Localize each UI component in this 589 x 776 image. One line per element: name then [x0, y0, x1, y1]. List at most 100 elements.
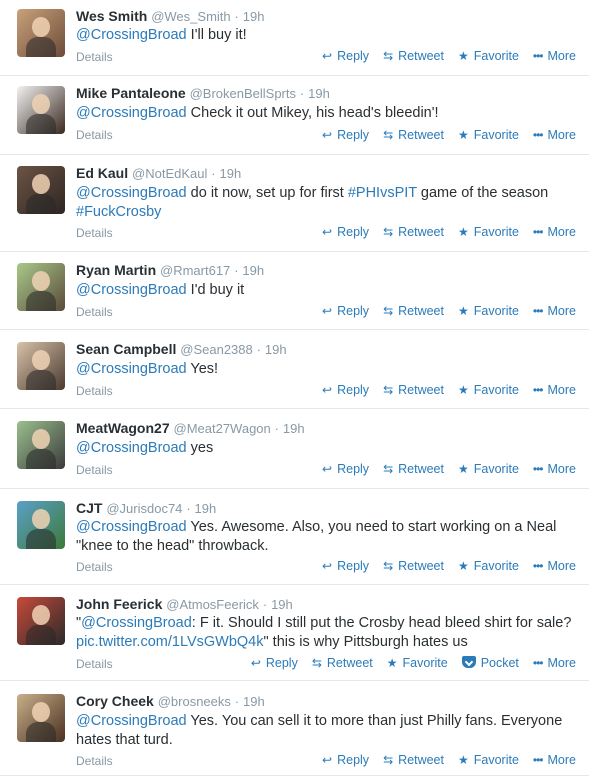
tweet-item[interactable]: Mike Pantaleone @BrokenBellSprts · 19h @C… [0, 76, 589, 155]
reply-button[interactable]: ↩ Reply [322, 304, 369, 318]
details-link[interactable]: Details [76, 754, 113, 768]
favorite-button[interactable]: ★ Favorite [458, 225, 519, 239]
timestamp[interactable]: 19h [271, 597, 293, 612]
user-name[interactable]: Ryan Martin [76, 262, 156, 278]
favorite-button[interactable]: ★ Favorite [458, 49, 519, 63]
retweet-button[interactable]: ⇆ Retweet [383, 753, 444, 767]
reply-button[interactable]: ↩ Reply [322, 462, 369, 476]
details-link[interactable]: Details [76, 657, 113, 671]
retweet-button[interactable]: ⇆ Retweet [383, 225, 444, 239]
user-handle[interactable]: @brosneeks [158, 694, 231, 709]
retweet-button[interactable]: ⇆ Retweet [383, 559, 444, 573]
details-link[interactable]: Details [76, 226, 113, 240]
details-link[interactable]: Details [76, 305, 113, 319]
avatar[interactable] [17, 597, 65, 645]
details-link[interactable]: Details [76, 50, 113, 64]
user-name[interactable]: Mike Pantaleone [76, 85, 186, 101]
tweet-link[interactable]: @CrossingBroad [81, 615, 192, 631]
tweet-link[interactable]: @CrossingBroad [76, 282, 187, 298]
favorite-button[interactable]: ★ Favorite [387, 656, 448, 670]
user-name[interactable]: Wes Smith [76, 8, 147, 24]
favorite-button[interactable]: ★ Favorite [458, 753, 519, 767]
more-button[interactable]: ••• More [533, 49, 576, 63]
timestamp[interactable]: 19h [195, 501, 217, 516]
favorite-button[interactable]: ★ Favorite [458, 304, 519, 318]
more-button[interactable]: ••• More [533, 559, 576, 573]
tweet-link[interactable]: @CrossingBroad [76, 27, 187, 43]
details-link[interactable]: Details [76, 560, 113, 574]
more-button[interactable]: ••• More [533, 225, 576, 239]
more-button[interactable]: ••• More [533, 462, 576, 476]
timestamp[interactable]: 19h [220, 166, 242, 181]
tweet-item[interactable]: Sean Campbell @Sean2388 · 19h @CrossingBr… [0, 330, 589, 409]
avatar[interactable] [17, 342, 65, 390]
favorite-button[interactable]: ★ Favorite [458, 383, 519, 397]
tweet-link[interactable]: @CrossingBroad [76, 713, 187, 729]
retweet-button[interactable]: ⇆ Retweet [383, 462, 444, 476]
reply-button[interactable]: ↩ Reply [322, 753, 369, 767]
tweet-item[interactable]: Cory Cheek @brosneeks · 19h @CrossingBroa… [0, 681, 589, 776]
favorite-button[interactable]: ★ Favorite [458, 128, 519, 142]
avatar[interactable] [17, 501, 65, 549]
user-handle[interactable]: @Sean2388 [180, 342, 252, 357]
reply-button[interactable]: ↩ Reply [322, 49, 369, 63]
pocket-button[interactable]: Pocket [461, 656, 519, 670]
user-name[interactable]: John Feerick [76, 596, 162, 612]
reply-button[interactable]: ↩ Reply [322, 383, 369, 397]
tweet-link[interactable]: #FuckCrosby [76, 204, 161, 220]
tweet-link[interactable]: #PHIvsPIT [348, 185, 417, 201]
avatar[interactable] [17, 694, 65, 742]
user-handle[interactable]: @AtmosFeerick [166, 597, 259, 612]
tweet-item[interactable]: CJT @Jurisdoc74 · 19h @CrossingBroad Yes.… [0, 489, 589, 585]
retweet-button[interactable]: ⇆ Retweet [383, 304, 444, 318]
user-handle[interactable]: @Rmart617 [160, 263, 230, 278]
more-button[interactable]: ••• More [533, 128, 576, 142]
retweet-button[interactable]: ⇆ Retweet [312, 656, 373, 670]
tweet-link[interactable]: @CrossingBroad [76, 105, 187, 121]
tweet-link[interactable]: @CrossingBroad [76, 361, 187, 377]
user-name[interactable]: MeatWagon27 [76, 420, 170, 436]
timestamp[interactable]: 19h [242, 263, 264, 278]
timestamp[interactable]: 19h [308, 86, 330, 101]
timestamp[interactable]: 19h [265, 342, 287, 357]
avatar[interactable] [17, 86, 65, 134]
reply-button[interactable]: ↩ Reply [322, 128, 369, 142]
timestamp[interactable]: 19h [283, 421, 305, 436]
timestamp[interactable]: 19h [243, 9, 265, 24]
more-button[interactable]: ••• More [533, 753, 576, 767]
avatar[interactable] [17, 263, 65, 311]
tweet-link[interactable]: @CrossingBroad [76, 185, 187, 201]
more-button[interactable]: ••• More [533, 304, 576, 318]
retweet-button[interactable]: ⇆ Retweet [383, 383, 444, 397]
tweet-link[interactable]: @CrossingBroad [76, 440, 187, 456]
avatar[interactable] [17, 9, 65, 57]
tweet-item[interactable]: Ryan Martin @Rmart617 · 19h @CrossingBroa… [0, 252, 589, 330]
avatar[interactable] [17, 421, 65, 469]
more-button[interactable]: ••• More [533, 383, 576, 397]
user-name[interactable]: Cory Cheek [76, 693, 154, 709]
user-handle[interactable]: @Wes_Smith [151, 9, 230, 24]
tweet-item[interactable]: Wes Smith @Wes_Smith · 19h @CrossingBroad… [0, 0, 589, 76]
user-handle[interactable]: @Meat27Wagon [174, 421, 271, 436]
details-link[interactable]: Details [76, 128, 113, 142]
tweet-item[interactable]: John Feerick @AtmosFeerick · 19h "@Crossi… [0, 585, 589, 681]
user-handle[interactable]: @Jurisdoc74 [106, 501, 182, 516]
tweet-item[interactable]: MeatWagon27 @Meat27Wagon · 19h @CrossingB… [0, 409, 589, 489]
favorite-button[interactable]: ★ Favorite [458, 462, 519, 476]
tweet-item[interactable]: Ed Kaul @NotEdKaul · 19h @CrossingBroad d… [0, 155, 589, 252]
tweet-link[interactable]: @CrossingBroad [76, 519, 187, 535]
user-name[interactable]: Ed Kaul [76, 165, 128, 181]
details-link[interactable]: Details [76, 463, 113, 477]
reply-button[interactable]: ↩ Reply [251, 656, 298, 670]
retweet-button[interactable]: ⇆ Retweet [383, 49, 444, 63]
reply-button[interactable]: ↩ Reply [322, 225, 369, 239]
details-link[interactable]: Details [76, 384, 113, 398]
more-button[interactable]: ••• More [533, 656, 576, 670]
tweet-link[interactable]: pic.twitter.com/1LVsGWbQ4k [76, 634, 263, 650]
user-handle[interactable]: @NotEdKaul [132, 166, 207, 181]
user-name[interactable]: CJT [76, 500, 102, 516]
user-handle[interactable]: @BrokenBellSprts [190, 86, 296, 101]
reply-button[interactable]: ↩ Reply [322, 559, 369, 573]
retweet-button[interactable]: ⇆ Retweet [383, 128, 444, 142]
user-name[interactable]: Sean Campbell [76, 341, 176, 357]
